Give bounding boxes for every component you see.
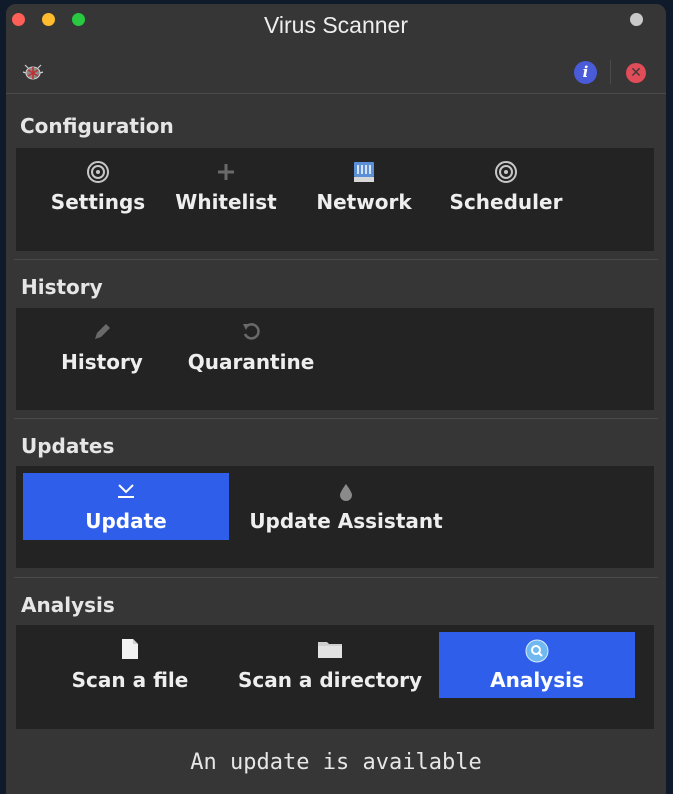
scan-file-button[interactable]: Scan a file [56, 632, 204, 698]
scan-file-label: Scan a file [71, 668, 189, 692]
history-label: History [61, 350, 143, 374]
plus-icon [216, 162, 236, 187]
analysis-title: Analysis [21, 593, 115, 617]
toolbar-separator [610, 60, 611, 84]
section-divider [14, 259, 658, 260]
history-button[interactable]: History [42, 314, 162, 380]
update-button[interactable]: Update [23, 473, 229, 540]
quarantine-button[interactable]: Quarantine [178, 314, 324, 380]
section-divider [14, 418, 658, 419]
folder-icon [317, 639, 343, 664]
quarantine-label: Quarantine [187, 350, 315, 374]
pencil-icon [92, 322, 112, 347]
scan-directory-button[interactable]: Scan a directory [232, 632, 428, 698]
settings-button[interactable]: Settings [32, 154, 164, 220]
updates-title: Updates [21, 434, 115, 458]
configuration-panel: Settings Whitelist Network Scheduler [16, 148, 654, 251]
download-icon [116, 481, 136, 505]
close-icon[interactable]: ✕ [626, 63, 646, 83]
analysis-panel: Scan a file Scan a directory Analysis [16, 625, 654, 729]
drop-icon [339, 482, 353, 506]
file-icon [121, 638, 139, 665]
scan-directory-label: Scan a directory [237, 668, 423, 692]
network-label: Network [316, 190, 412, 214]
network-icon [353, 160, 375, 189]
analysis-button[interactable]: Analysis [439, 632, 635, 698]
toolbar: i ✕ [6, 46, 666, 94]
info-icon[interactable]: i [574, 61, 597, 84]
whitelist-button[interactable]: Whitelist [164, 154, 288, 220]
history-title: History [21, 275, 103, 299]
title-bar: Virus Scanner [6, 4, 666, 46]
update-assistant-label: Update Assistant [249, 509, 443, 533]
status-message: An update is available [190, 750, 482, 775]
update-assistant-button[interactable]: Update Assistant [242, 473, 450, 540]
configuration-title: Configuration [20, 114, 174, 138]
updates-panel: Update Update Assistant [16, 466, 654, 568]
section-divider [14, 577, 658, 578]
app-window: Virus Scanner i ✕ Configuration Settings… [6, 4, 666, 794]
scheduler-button[interactable]: Scheduler [438, 154, 574, 220]
scheduler-label: Scheduler [449, 190, 563, 214]
update-label: Update [85, 509, 167, 533]
window-title: Virus Scanner [263, 12, 409, 38]
network-button[interactable]: Network [302, 154, 426, 220]
undo-icon [241, 322, 261, 347]
history-panel: History Quarantine [16, 308, 654, 410]
analysis-label: Analysis [490, 668, 584, 692]
gear-icon [86, 160, 110, 189]
window-menu-dot[interactable] [630, 13, 643, 26]
settings-label: Settings [50, 190, 146, 214]
bug-icon [22, 62, 44, 86]
whitelist-label: Whitelist [175, 190, 277, 214]
gear-icon [494, 160, 518, 189]
search-icon [525, 639, 549, 668]
